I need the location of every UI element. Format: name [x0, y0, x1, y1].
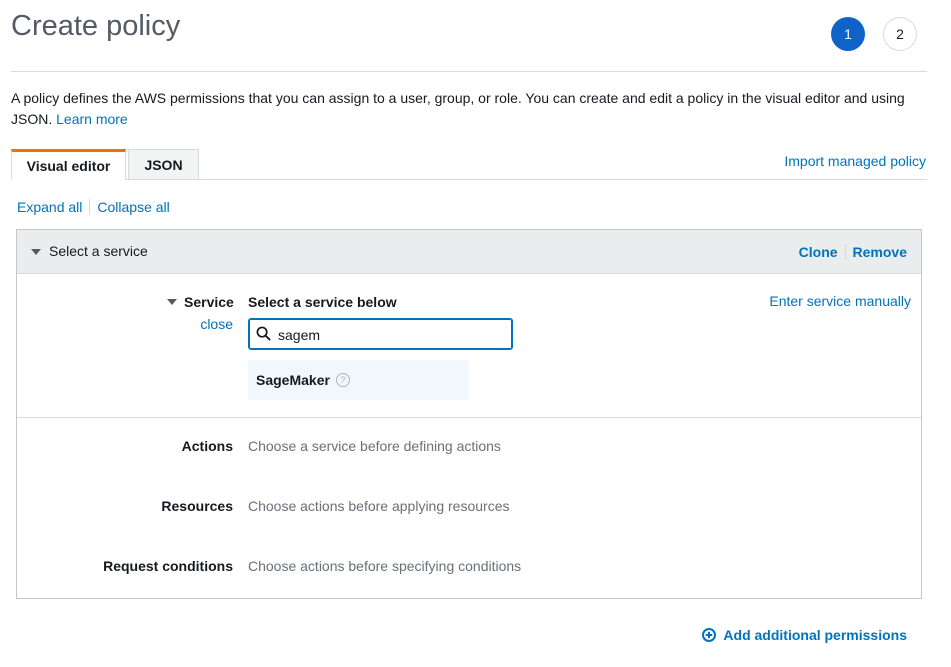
collapse-all-link[interactable]: Collapse all — [97, 199, 169, 215]
tab-json[interactable]: JSON — [128, 149, 199, 180]
tab-visual-editor[interactable]: Visual editor — [11, 149, 126, 180]
statement-header[interactable]: Select a service Clone Remove — [17, 230, 921, 274]
request-conditions-placeholder: Choose actions before specifying conditi… — [248, 558, 522, 574]
request-conditions-label: Request conditions — [103, 558, 233, 574]
service-close-link[interactable]: close — [200, 316, 233, 332]
resources-label: Resources — [161, 498, 233, 514]
learn-more-link[interactable]: Learn more — [56, 111, 128, 127]
service-label: Service — [184, 294, 234, 310]
header-divider — [11, 71, 927, 72]
service-search-input[interactable] — [276, 324, 510, 346]
add-additional-permissions-button[interactable]: Add additional permissions — [702, 627, 907, 643]
add-additional-permissions-label: Add additional permissions — [723, 627, 907, 643]
statement-header-label: Select a service — [49, 243, 148, 259]
statement-actions: Clone Remove — [799, 244, 907, 260]
select-service-heading: Select a service below — [248, 294, 397, 310]
policy-description: A policy defines the AWS permissions tha… — [11, 88, 927, 130]
tabs-divider — [11, 179, 927, 180]
page-title: Create policy — [11, 10, 181, 42]
actions-label: Actions — [181, 438, 233, 454]
caret-down-icon[interactable] — [31, 249, 41, 255]
help-icon[interactable]: ? — [335, 373, 350, 387]
service-result-item[interactable]: SageMaker ? — [248, 360, 469, 400]
resources-placeholder: Choose actions before applying resources — [248, 498, 510, 514]
expand-collapse-controls: Expand all Collapse all — [17, 199, 170, 215]
service-result-label: SageMaker — [256, 372, 330, 388]
service-divider — [17, 417, 921, 418]
description-text: A policy defines the AWS permissions tha… — [11, 90, 905, 127]
import-managed-policy-link[interactable]: Import managed policy — [784, 153, 926, 169]
action-separator — [844, 244, 846, 260]
search-icon — [256, 326, 271, 341]
step-2-indicator: 2 — [883, 17, 917, 51]
step-1-indicator: 1 — [831, 17, 865, 51]
expand-all-link[interactable]: Expand all — [17, 199, 82, 215]
plus-circle-icon — [702, 628, 717, 642]
permission-statement-panel: Select a service Clone Remove Service cl… — [16, 229, 922, 599]
clone-button[interactable]: Clone — [799, 244, 838, 260]
service-caret-down-icon[interactable] — [167, 299, 177, 305]
enter-service-manually-link[interactable]: Enter service manually — [769, 293, 911, 309]
service-search-box[interactable] — [248, 318, 513, 350]
actions-placeholder: Choose a service before defining actions — [248, 438, 501, 454]
link-separator — [89, 199, 91, 215]
remove-button[interactable]: Remove — [853, 244, 907, 260]
